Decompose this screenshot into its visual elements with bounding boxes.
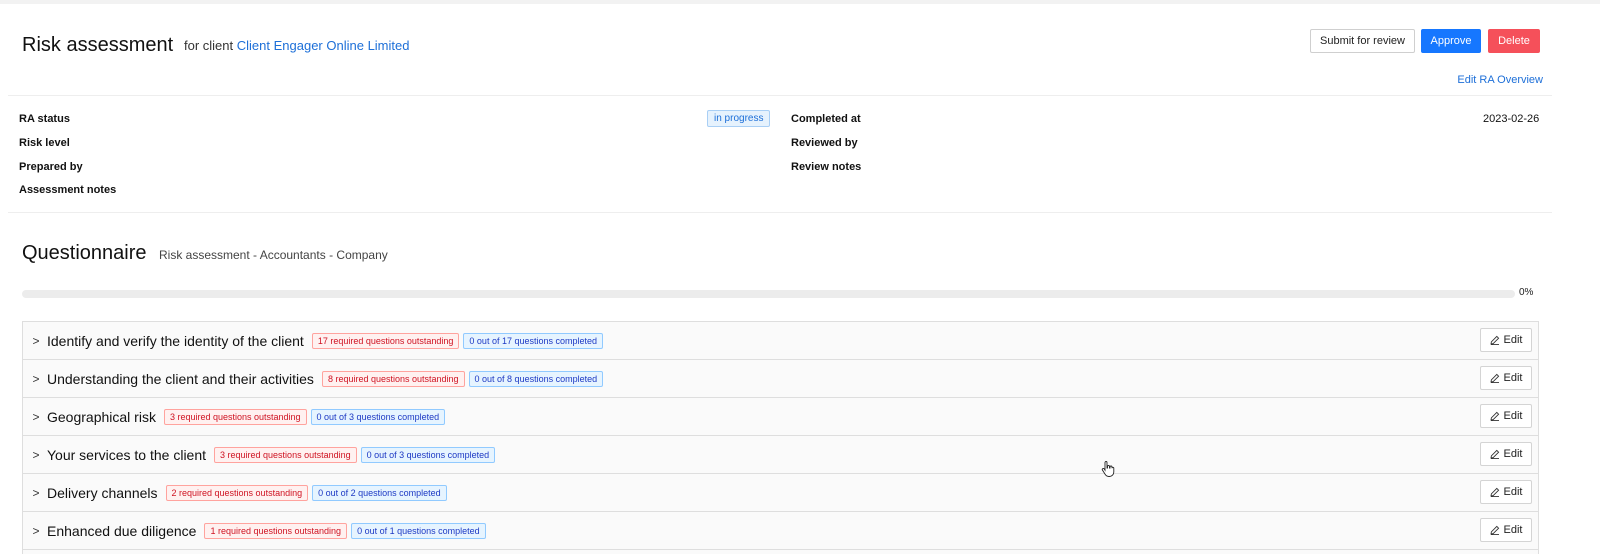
section-title: Delivery channels xyxy=(47,484,158,501)
edit-label: Edit xyxy=(1503,486,1523,498)
questions-completed-tag: 0 out of 8 questions completed xyxy=(468,370,604,387)
section-title: Geographical risk xyxy=(47,408,156,425)
approve-button[interactable]: Approve xyxy=(1421,29,1481,53)
prepared-by-label: Prepared by xyxy=(19,161,83,173)
completed-at-value: 2023-02-26 xyxy=(1483,113,1540,125)
questionnaire-section-row[interactable]: > Enhanced due diligence 1 required questi… xyxy=(23,512,1538,550)
questions-completed-tag: 0 out of 17 questions completed xyxy=(463,332,604,349)
edit-section-button[interactable]: Edit xyxy=(1480,480,1532,504)
required-outstanding-tag: 8 required questions outstanding xyxy=(321,370,465,387)
risk-level-label: Risk level xyxy=(19,137,70,149)
edit-label: Edit xyxy=(1503,410,1523,422)
edit-label: Edit xyxy=(1503,448,1523,460)
client-name-link[interactable]: Client Engager Online Limited xyxy=(237,38,410,53)
chevron-right-icon[interactable]: > xyxy=(25,372,47,386)
required-outstanding-tag: 1 required questions outstanding xyxy=(204,522,348,539)
questionnaire-section-row[interactable]: > Understanding the client and their acti… xyxy=(23,360,1538,398)
edit-label: Edit xyxy=(1503,524,1523,536)
questionnaire-title: Questionnaire xyxy=(22,242,147,264)
pencil-icon xyxy=(1489,449,1499,459)
review-notes-label: Review notes xyxy=(791,161,862,173)
edit-section-button[interactable]: Edit xyxy=(1480,442,1532,466)
ra-overview-panel: RA status in progress Risk level Prepare… xyxy=(8,95,1552,213)
risk-assessment-page: Risk assessment for client Client Engage… xyxy=(0,4,1600,554)
pencil-icon xyxy=(1489,335,1499,345)
edit-ra-overview-link[interactable]: Edit RA Overview xyxy=(1440,74,1543,86)
chevron-right-icon[interactable]: > xyxy=(25,334,47,348)
ra-status-label: RA status xyxy=(19,113,70,125)
reviewed-by-label: Reviewed by xyxy=(791,137,858,149)
chevron-right-icon[interactable]: > xyxy=(25,486,47,500)
questionnaire-section-row[interactable]: > Identify and verify the identity of the… xyxy=(23,322,1538,360)
chevron-right-icon[interactable]: > xyxy=(25,410,47,424)
questionnaire-section-row[interactable]: > Geographical risk 3 required questions o… xyxy=(23,398,1538,436)
questions-completed-tag: 0 out of 3 questions completed xyxy=(310,408,446,425)
questionnaire-subtitle: Risk assessment - Accountants - Company xyxy=(159,248,388,262)
assessment-notes-label: Assessment notes xyxy=(19,184,117,196)
section-title: Your services to the client xyxy=(47,446,207,463)
page-title: Risk assessment xyxy=(22,34,174,56)
section-title: Understanding the client and their activ… xyxy=(47,370,314,387)
pencil-icon xyxy=(1489,411,1499,421)
edit-section-button[interactable]: Edit xyxy=(1480,328,1532,352)
delete-button[interactable]: Delete xyxy=(1488,29,1540,53)
progress-percent: 0% xyxy=(1519,287,1534,298)
edit-section-button[interactable]: Edit xyxy=(1480,518,1532,542)
client-line: for client Client Engager Online Limited xyxy=(184,38,409,53)
chevron-right-icon[interactable]: > xyxy=(25,448,47,462)
required-outstanding-tag: 3 required questions outstanding xyxy=(214,446,357,463)
questions-completed-tag: 0 out of 2 questions completed xyxy=(312,484,447,501)
section-title: Enhanced due diligence xyxy=(47,522,197,539)
hand-cursor-icon xyxy=(1101,461,1115,477)
section-title: Identify and verify the identity of the … xyxy=(47,332,304,349)
submit-for-review-button[interactable]: Submit for review xyxy=(1310,29,1415,53)
questions-completed-tag: 0 out of 3 questions completed xyxy=(360,446,496,463)
required-outstanding-tag: 17 required questions outstanding xyxy=(311,332,460,349)
pencil-icon xyxy=(1489,373,1499,383)
required-outstanding-tag: 3 required questions outstanding xyxy=(163,408,307,425)
completed-at-label: Completed at xyxy=(791,113,861,125)
questionnaire-progress-bar xyxy=(22,290,1515,298)
questions-completed-tag: 0 out of 1 questions completed xyxy=(351,522,486,539)
pencil-icon xyxy=(1489,525,1499,535)
for-client-prefix: for client xyxy=(184,38,234,53)
edit-section-button[interactable]: Edit xyxy=(1480,366,1532,390)
edit-label: Edit xyxy=(1503,372,1523,384)
edit-section-button[interactable]: Edit xyxy=(1480,404,1532,428)
status-badge: in progress xyxy=(707,110,771,127)
questionnaire-section-row[interactable]: > Your services to the client 3 required q… xyxy=(23,436,1538,474)
questionnaire-sections: > Identify and verify the identity of the… xyxy=(22,321,1539,554)
pencil-icon xyxy=(1489,487,1499,497)
questionnaire-section-row[interactable]: > Delivery channels 2 required questions o… xyxy=(23,474,1538,512)
edit-label: Edit xyxy=(1503,334,1523,346)
chevron-right-icon[interactable]: > xyxy=(25,524,47,538)
required-outstanding-tag: 2 required questions outstanding xyxy=(165,484,309,501)
